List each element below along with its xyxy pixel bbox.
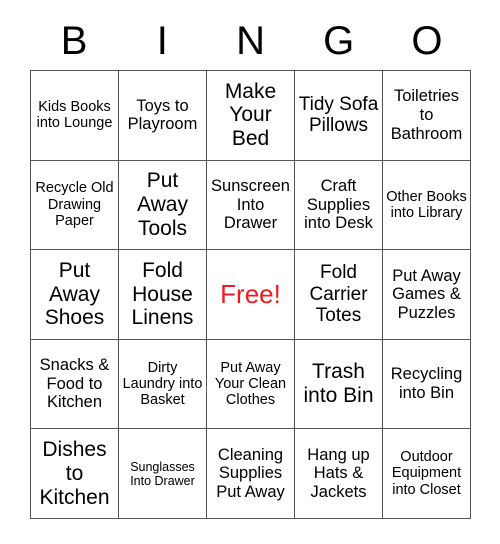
bingo-cell[interactable]: Fold House Linens: [119, 250, 207, 340]
bingo-free-space[interactable]: Free!: [207, 250, 295, 340]
header-letter-i: I: [156, 19, 168, 63]
bingo-cell[interactable]: Kids Books into Lounge: [31, 71, 119, 161]
bingo-cell-label: Craft Supplies into Desk: [304, 176, 373, 233]
bingo-row: Recycle Old Drawing Paper Put Away Tools…: [31, 160, 471, 251]
bingo-cell-label: Put Away Your Clean Clothes: [214, 359, 287, 409]
bingo-cell-label: Trash into Bin: [303, 360, 374, 408]
bingo-grid: Kids Books into Lounge Toys to Playroom …: [30, 70, 471, 519]
bingo-cell[interactable]: Craft Supplies into Desk: [295, 160, 383, 251]
bingo-cell-label: Tidy Sofa Pillows: [298, 93, 379, 137]
bingo-cell-label: Put Away Shoes: [44, 258, 105, 330]
header-letter-o: O: [411, 19, 443, 63]
bingo-cell-label: Fold House Linens: [131, 258, 194, 330]
bingo-cell[interactable]: Put Away Tools: [119, 160, 207, 251]
bingo-cell-label: Other Books into Library: [386, 188, 467, 221]
bingo-card: B I N G O Kids Books into Lounge Toys to…: [30, 12, 471, 519]
bingo-row: Kids Books into Lounge Toys to Playroom …: [31, 71, 471, 161]
bingo-free-space-label: Free!: [220, 278, 281, 309]
bingo-cell-label: Kids Books into Lounge: [36, 98, 113, 132]
bingo-cell-label: Toiletries to Bathroom: [390, 87, 463, 143]
bingo-row: Put Away Shoes Fold House Linens Free! F…: [31, 250, 471, 340]
bingo-cell-label: Dishes to Kitchen: [39, 438, 110, 509]
bingo-cell-label: Put Away Games & Puzzles: [392, 266, 461, 322]
bingo-cell[interactable]: Recycle Old Drawing Paper: [31, 160, 119, 251]
bingo-cell[interactable]: Dishes to Kitchen: [31, 429, 119, 519]
bingo-cell[interactable]: Trash into Bin: [295, 339, 383, 430]
bingo-cell-label: Toys to Playroom: [127, 96, 198, 134]
header-letter-g: G: [323, 19, 355, 63]
bingo-cell-label: Sunglasses Into Drawer: [130, 459, 195, 488]
bingo-cell[interactable]: Snacks & Food to Kitchen: [31, 339, 119, 430]
bingo-cell-label: Outdoor Equipment into Closet: [391, 449, 462, 498]
bingo-cell[interactable]: Tidy Sofa Pillows: [295, 71, 383, 161]
bingo-cell[interactable]: Sunscreen Into Drawer: [207, 160, 295, 251]
bingo-cell[interactable]: Make Your Bed: [207, 71, 295, 161]
bingo-row: Dishes to Kitchen Sunglasses Into Drawer…: [31, 429, 471, 519]
bingo-cell-label: Hang up Hats & Jackets: [307, 445, 370, 501]
bingo-cell-label: Fold Carrier Totes: [309, 262, 368, 327]
bingo-cell[interactable]: Outdoor Equipment into Closet: [383, 429, 471, 519]
bingo-cell[interactable]: Put Away Your Clean Clothes: [207, 339, 295, 430]
bingo-cell[interactable]: Cleaning Supplies Put Away: [207, 429, 295, 519]
header-letter-b: B: [60, 19, 88, 63]
bingo-cell-label: Make Your Bed: [224, 79, 277, 151]
bingo-cell[interactable]: Put Away Games & Puzzles: [383, 250, 471, 340]
bingo-cell[interactable]: Dirty Laundry into Basket: [119, 339, 207, 430]
bingo-cell-label: Cleaning Supplies Put Away: [216, 445, 285, 501]
bingo-cell[interactable]: Recycling into Bin: [383, 339, 471, 430]
bingo-cell[interactable]: Fold Carrier Totes: [295, 250, 383, 340]
bingo-cell-label: Snacks & Food to Kitchen: [39, 356, 110, 412]
bingo-cell[interactable]: Other Books into Library: [383, 160, 471, 251]
bingo-cell-label: Put Away Tools: [137, 169, 188, 240]
bingo-row: Snacks & Food to Kitchen Dirty Laundry i…: [31, 339, 471, 430]
bingo-cell-label: Recycle Old Drawing Paper: [35, 180, 114, 230]
bingo-cell[interactable]: Toiletries to Bathroom: [383, 71, 471, 161]
bingo-cell[interactable]: Sunglasses Into Drawer: [119, 429, 207, 519]
bingo-cell-label: Sunscreen Into Drawer: [211, 176, 290, 233]
bingo-cell-label: Recycling into Bin: [390, 365, 463, 403]
bingo-header: B I N G O: [30, 12, 471, 70]
bingo-cell-label: Dirty Laundry into Basket: [122, 359, 203, 409]
bingo-cell[interactable]: Toys to Playroom: [119, 71, 207, 161]
header-letter-n: N: [236, 19, 265, 63]
bingo-cell[interactable]: Put Away Shoes: [31, 250, 119, 340]
bingo-cell[interactable]: Hang up Hats & Jackets: [295, 429, 383, 519]
